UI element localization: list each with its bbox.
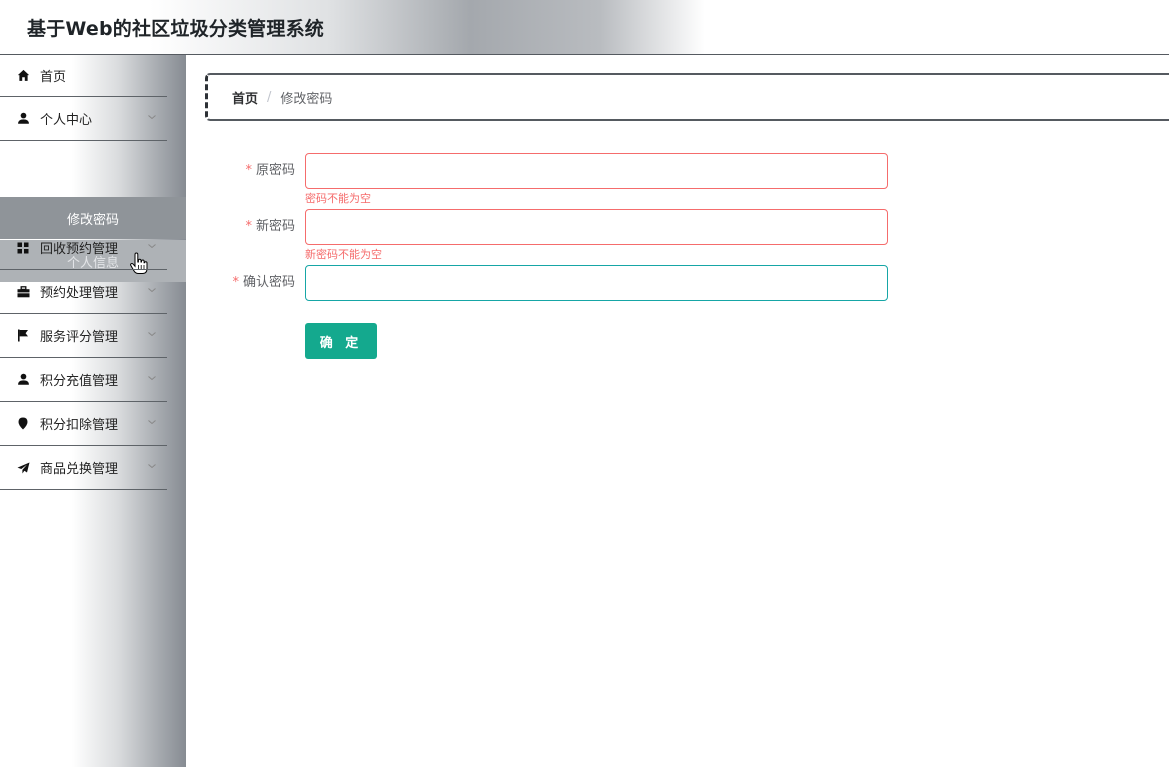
sidebar-item-label: 个人中心: [40, 113, 93, 128]
flag-icon: [15, 328, 31, 344]
user-icon: [15, 111, 31, 127]
chevron-down-icon: [147, 329, 157, 339]
chevron-down-icon: [147, 241, 157, 251]
breadcrumb-home-link[interactable]: 首页: [232, 88, 258, 107]
new-password-label: * 新密码: [245, 219, 295, 234]
breadcrumb: 首页 / 修改密码: [205, 73, 1169, 121]
required-mark: *: [232, 275, 239, 290]
sidebar-subitem-label: 修改密码: [66, 212, 119, 228]
required-mark: *: [245, 163, 252, 178]
briefcase-icon: [15, 284, 31, 300]
sidebar-item-label: 回收预约管理: [40, 242, 119, 257]
new-password-error: 新密码不能为空: [305, 248, 382, 261]
sidebar: 首页 个人中心 修改密码 个人信息 回收预约管理 预约处理管理 服务评分管理 积…: [0, 55, 186, 767]
app-title: 基于Web的社区垃圾分类管理系统: [27, 18, 324, 40]
grid-icon: [15, 240, 31, 256]
app-header: 基于Web的社区垃圾分类管理系统: [0, 0, 1169, 55]
old-password-label: * 原密码: [245, 163, 295, 178]
sidebar-item-points-recharge[interactable]: 积分充值管理: [0, 358, 167, 402]
sidebar-item-product-exchange[interactable]: 商品兑换管理: [0, 446, 167, 490]
chevron-down-icon: [147, 373, 157, 383]
chevron-down-icon: [147, 461, 157, 471]
old-password-input[interactable]: [305, 153, 888, 189]
sidebar-item-label: 商品兑换管理: [40, 462, 119, 477]
user-icon: [15, 372, 31, 388]
form-row-old-password: * 原密码 密码不能为空: [205, 153, 895, 205]
sidebar-item-label: 积分扣除管理: [40, 418, 119, 433]
form-row-confirm-password: * 确认密码: [205, 265, 895, 301]
sidebar-item-service-rating[interactable]: 服务评分管理: [0, 314, 167, 358]
chevron-down-icon: [147, 112, 157, 122]
home-icon: [15, 68, 31, 84]
breadcrumb-separator: /: [267, 89, 272, 105]
breadcrumb-current: 修改密码: [280, 91, 333, 107]
sidebar-item-label: 首页: [40, 70, 67, 85]
sidebar-item-booking-process[interactable]: 预约处理管理: [0, 270, 167, 314]
required-mark: *: [245, 219, 252, 234]
chevron-down-icon: [147, 417, 157, 427]
form-row-new-password: * 新密码 新密码不能为空: [205, 209, 895, 261]
sidebar-item-points-deduction[interactable]: 积分扣除管理: [0, 402, 167, 446]
sidebar-item-label: 积分充值管理: [40, 374, 119, 389]
sidebar-item-recycle-booking[interactable]: 回收预约管理: [0, 226, 167, 270]
old-password-error: 密码不能为空: [305, 192, 371, 205]
chevron-down-icon: [147, 285, 157, 295]
paper-plane-icon: [15, 460, 31, 476]
new-password-input[interactable]: [305, 209, 888, 245]
sidebar-item-label: 服务评分管理: [40, 330, 119, 345]
map-pin-icon: [15, 416, 31, 432]
sidebar-item-label: 预约处理管理: [40, 286, 119, 301]
sidebar-item-personal-center[interactable]: 个人中心: [0, 97, 167, 141]
confirm-password-input[interactable]: [305, 265, 888, 301]
confirm-password-label: * 确认密码: [232, 275, 295, 290]
confirm-button[interactable]: 确 定: [305, 323, 377, 359]
sidebar-item-home[interactable]: 首页: [0, 55, 167, 97]
